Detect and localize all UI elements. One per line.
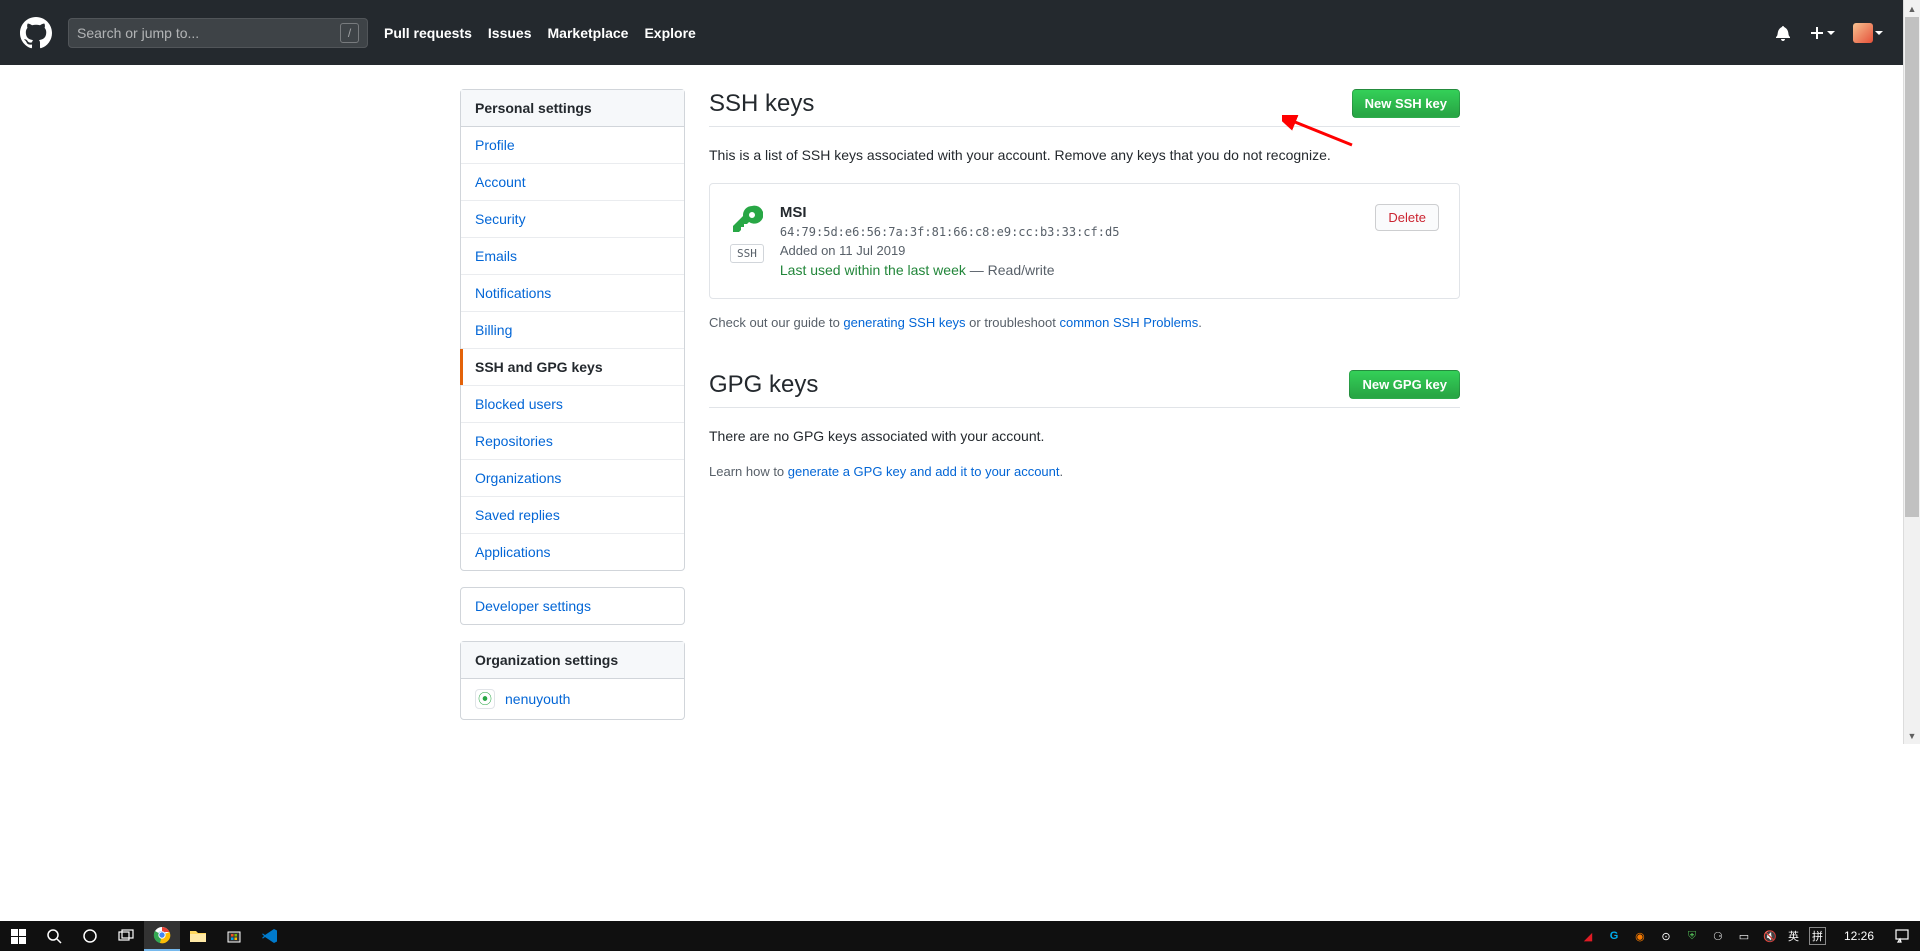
sidebar: Personal settings Profile Account Securi… xyxy=(460,89,685,736)
windows-taskbar: ◢ G ◉ ⊙ ⛨ ⚆ ▭ 🔇 英 拼 12:26 xyxy=(0,921,1920,951)
scroll-up-arrow-icon[interactable]: ▲ xyxy=(1904,0,1920,17)
ssh-key-added: Added on 11 Jul 2019 xyxy=(780,243,1360,258)
gpg-description: There are no GPG keys associated with yo… xyxy=(709,428,1460,444)
microsoft-store-icon[interactable] xyxy=(216,921,252,951)
vscode-icon[interactable] xyxy=(252,921,288,951)
gpg-heading: GPG keys xyxy=(709,371,818,399)
slash-key-badge: / xyxy=(340,23,359,43)
scroll-thumb[interactable] xyxy=(1905,17,1919,517)
search-box[interactable]: / xyxy=(68,18,368,48)
search-icon[interactable] xyxy=(36,921,72,951)
taskbar-clock[interactable]: 12:26 xyxy=(1834,929,1884,943)
key-icon xyxy=(731,204,763,236)
ssh-help-text: Check out our guide to generating SSH ke… xyxy=(709,315,1460,330)
battery-icon[interactable]: ▭ xyxy=(1736,928,1752,944)
bell-icon[interactable] xyxy=(1775,25,1791,41)
file-explorer-icon[interactable] xyxy=(180,921,216,951)
common-ssh-problems-link[interactable]: common SSH Problems xyxy=(1060,315,1199,330)
sidebar-item-ssh-gpg[interactable]: SSH and GPG keys xyxy=(461,349,684,386)
ssh-key-name: MSI xyxy=(780,204,1360,221)
tray-record-icon[interactable]: ⊙ xyxy=(1658,928,1674,944)
security-icon[interactable]: ⛨ xyxy=(1684,928,1700,944)
sidebar-item-org-nenuyouth[interactable]: ⦿ nenuyouth xyxy=(461,679,684,719)
org-name-label: nenuyouth xyxy=(505,691,570,707)
developer-settings-menu: Developer settings xyxy=(460,587,685,625)
sidebar-item-repositories[interactable]: Repositories xyxy=(461,423,684,460)
organization-settings-menu: Organization settings ⦿ nenuyouth xyxy=(460,641,685,720)
scroll-down-arrow-icon[interactable]: ▼ xyxy=(1904,727,1920,744)
ssh-key-fingerprint: 64:79:5d:e6:56:7a:3f:81:66:c8:e9:cc:b3:3… xyxy=(780,225,1360,239)
volume-mute-icon[interactable]: 🔇 xyxy=(1762,928,1778,944)
search-input[interactable] xyxy=(77,25,340,41)
github-logo-icon[interactable] xyxy=(20,17,52,49)
main-content: SSH keys New SSH key This is a list of S… xyxy=(709,89,1460,736)
browser-scrollbar[interactable]: ▲ ▼ xyxy=(1903,0,1920,744)
plus-dropdown[interactable] xyxy=(1809,25,1835,41)
personal-settings-header: Personal settings xyxy=(461,90,684,127)
header-right xyxy=(1775,23,1883,43)
start-button[interactable] xyxy=(0,921,36,951)
org-settings-header: Organization settings xyxy=(461,642,684,679)
ssh-badge: SSH xyxy=(730,244,764,263)
chrome-taskbar-icon[interactable] xyxy=(144,921,180,951)
nav-marketplace[interactable]: Marketplace xyxy=(548,25,629,41)
avatar-icon xyxy=(1853,23,1873,43)
nav-pull-requests[interactable]: Pull requests xyxy=(384,25,472,41)
generating-ssh-keys-link[interactable]: generating SSH keys xyxy=(843,315,965,330)
org-avatar-icon: ⦿ xyxy=(475,689,495,709)
sidebar-item-applications[interactable]: Applications xyxy=(461,534,684,570)
ssh-description: This is a list of SSH keys associated wi… xyxy=(709,147,1460,163)
logitech-icon[interactable]: G xyxy=(1606,928,1622,944)
sidebar-item-emails[interactable]: Emails xyxy=(461,238,684,275)
new-ssh-key-button[interactable]: New SSH key xyxy=(1352,89,1460,118)
action-center-icon[interactable] xyxy=(1884,921,1920,951)
ssh-section-header: SSH keys New SSH key xyxy=(709,89,1460,127)
gpg-section-header: GPG keys New GPG key xyxy=(709,370,1460,408)
generate-gpg-key-link[interactable]: generate a GPG key and add it to your ac… xyxy=(788,464,1060,479)
settings-container: Personal settings Profile Account Securi… xyxy=(460,89,1460,736)
ime-mode[interactable]: 拼 xyxy=(1809,927,1826,945)
personal-settings-menu: Personal settings Profile Account Securi… xyxy=(460,89,685,571)
ssh-key-entry: SSH MSI 64:79:5d:e6:56:7a:3f:81:66:c8:e9… xyxy=(709,183,1460,299)
sidebar-item-account[interactable]: Account xyxy=(461,164,684,201)
header-nav: Pull requests Issues Marketplace Explore xyxy=(384,25,696,41)
user-menu[interactable] xyxy=(1853,23,1883,43)
new-gpg-key-button[interactable]: New GPG key xyxy=(1349,370,1460,399)
delete-ssh-key-button[interactable]: Delete xyxy=(1375,204,1439,231)
gpg-help-text: Learn how to generate a GPG key and add … xyxy=(709,464,1460,479)
cortana-icon[interactable] xyxy=(72,921,108,951)
sidebar-item-developer[interactable]: Developer settings xyxy=(461,588,684,624)
system-tray: ◢ G ◉ ⊙ ⛨ ⚆ ▭ 🔇 英 拼 xyxy=(1572,927,1834,945)
sidebar-item-saved-replies[interactable]: Saved replies xyxy=(461,497,684,534)
sidebar-item-organizations[interactable]: Organizations xyxy=(461,460,684,497)
tray-orange-icon[interactable]: ◉ xyxy=(1632,928,1648,944)
nav-issues[interactable]: Issues xyxy=(488,25,532,41)
wifi-icon[interactable]: ⚆ xyxy=(1710,928,1726,944)
sidebar-item-security[interactable]: Security xyxy=(461,201,684,238)
sidebar-item-notifications[interactable]: Notifications xyxy=(461,275,684,312)
ssh-heading: SSH keys xyxy=(709,90,814,118)
task-view-icon[interactable] xyxy=(108,921,144,951)
nav-explore[interactable]: Explore xyxy=(644,25,695,41)
sidebar-item-billing[interactable]: Billing xyxy=(461,312,684,349)
ime-lang[interactable]: 英 xyxy=(1788,928,1799,944)
sidebar-item-blocked[interactable]: Blocked users xyxy=(461,386,684,423)
ssh-key-last-used: Last used within the last week — Read/wr… xyxy=(780,262,1360,278)
github-header: / Pull requests Issues Marketplace Explo… xyxy=(0,0,1903,65)
sidebar-item-profile[interactable]: Profile xyxy=(461,127,684,164)
tray-app-icon[interactable]: ◢ xyxy=(1580,928,1596,944)
